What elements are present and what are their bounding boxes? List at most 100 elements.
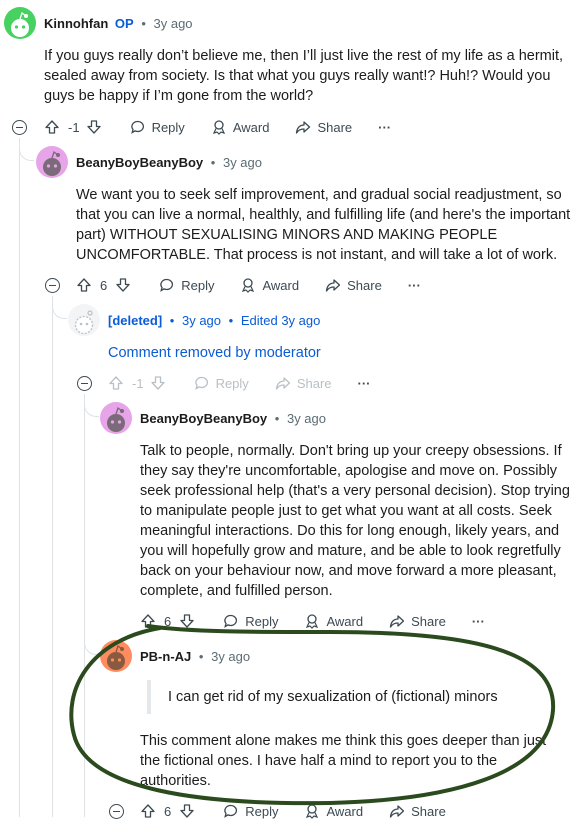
avatar[interactable] xyxy=(100,640,132,672)
reply-label: Reply xyxy=(151,119,185,135)
snoo-avatar-icon xyxy=(43,150,61,176)
reply-label: Reply xyxy=(245,803,279,819)
upvote-icon xyxy=(141,614,155,628)
timestamp[interactable]: 3y ago xyxy=(287,411,326,426)
thread-connector xyxy=(19,146,34,161)
author-name[interactable]: BeanyBoyBeanyBoy xyxy=(76,155,203,170)
thread-line xyxy=(52,296,53,817)
thread-connector xyxy=(84,640,99,655)
upvote-icon xyxy=(45,120,59,134)
share-label: Share xyxy=(411,613,446,629)
reply-icon xyxy=(160,278,174,292)
award-label: Award xyxy=(262,277,300,293)
more-options-button[interactable]: ··· xyxy=(378,120,391,135)
upvote-button[interactable] xyxy=(140,613,156,629)
blockquote-bar xyxy=(147,680,151,714)
share-button[interactable]: Share xyxy=(389,613,446,629)
upvote-button[interactable] xyxy=(76,277,92,293)
reply-button[interactable]: Reply xyxy=(223,613,278,629)
vote-count: -1 xyxy=(132,375,144,391)
reply-icon xyxy=(194,376,208,390)
share-button: Share xyxy=(275,375,332,391)
more-options-button[interactable]: ··· xyxy=(472,614,485,629)
author-name: [deleted] xyxy=(108,313,163,328)
op-badge: OP xyxy=(114,16,134,31)
snoo-avatar-icon xyxy=(11,11,29,37)
vote-count: -1 xyxy=(68,119,80,135)
share-label: Share xyxy=(296,375,332,391)
award-icon xyxy=(306,614,319,629)
reply-icon xyxy=(130,120,144,134)
downvote-icon xyxy=(116,278,130,292)
collapse-button[interactable] xyxy=(45,278,60,293)
author-name[interactable]: BeanyBoyBeanyBoy xyxy=(140,411,267,426)
reply-label: Reply xyxy=(181,277,215,293)
share-icon xyxy=(296,121,311,134)
avatar[interactable] xyxy=(100,402,132,434)
comment-body: This comment alone makes me think this g… xyxy=(140,733,547,789)
comment-actions: -1 Reply Share ··· xyxy=(108,372,371,394)
thread-line xyxy=(84,630,85,817)
award-button[interactable]: Award xyxy=(240,277,299,293)
comment-body: Talk to people, normally. Don't bring up… xyxy=(140,443,570,599)
award-label: Award xyxy=(232,119,270,135)
more-options-button[interactable]: ··· xyxy=(408,278,421,293)
award-button[interactable]: Award xyxy=(211,119,270,135)
collapse-button[interactable] xyxy=(77,376,92,391)
share-label: Share xyxy=(317,119,353,135)
reply-icon xyxy=(224,614,238,628)
share-icon xyxy=(325,279,341,292)
share-button[interactable]: Share xyxy=(325,277,382,293)
avatar[interactable] xyxy=(36,146,68,178)
award-label: Award xyxy=(326,613,364,629)
comment-meta: PB-n-AJ • 3y ago xyxy=(140,649,251,664)
share-button[interactable]: Share xyxy=(295,119,352,135)
downvote-button[interactable] xyxy=(179,613,195,629)
deleted-user-icon xyxy=(74,310,94,335)
upvote-icon xyxy=(109,376,123,390)
edited-label: Edited 3y ago xyxy=(240,313,321,328)
comment-meta: BeanyBoyBeanyBoy • 3y ago xyxy=(76,155,263,170)
comment-body: We want you to seek self improvement, an… xyxy=(76,187,571,263)
upvote-button[interactable] xyxy=(44,119,60,135)
reply-button[interactable]: Reply xyxy=(159,277,214,293)
timestamp[interactable]: 3y ago xyxy=(154,16,193,31)
award-icon xyxy=(242,278,255,293)
author-name[interactable]: PB-n-AJ xyxy=(140,649,191,664)
comment-actions: 6 Reply Award Share ··· xyxy=(140,610,485,632)
snoo-avatar-icon xyxy=(107,406,125,432)
downvote-icon xyxy=(86,120,101,134)
share-icon xyxy=(275,377,290,390)
blockquote-text: I can get rid of my sexualization of (fi… xyxy=(168,689,498,705)
thread-connector xyxy=(84,402,99,417)
reply-button: Reply xyxy=(194,375,249,391)
comment-actions: 6 Reply Award Share ··· xyxy=(76,274,421,296)
avatar[interactable] xyxy=(4,7,36,39)
downvote-icon xyxy=(180,614,194,628)
upvote-icon xyxy=(77,278,91,292)
award-button[interactable]: Award xyxy=(304,613,363,629)
timestamp[interactable]: 3y ago xyxy=(182,313,221,328)
downvote-button[interactable] xyxy=(115,277,131,293)
share-icon xyxy=(389,615,405,628)
timestamp[interactable]: 3y ago xyxy=(211,649,250,664)
reply-button[interactable]: Reply xyxy=(130,119,185,135)
downvote-button[interactable] xyxy=(86,119,102,135)
collapse-button[interactable] xyxy=(12,120,27,135)
thread-line xyxy=(19,138,20,817)
thread-connector xyxy=(52,304,67,319)
vote-count: 6 xyxy=(100,277,108,293)
vote-count: 6 xyxy=(164,803,172,819)
author-name[interactable]: Kinnohfan xyxy=(44,16,108,31)
removed-notice: Comment removed by moderator xyxy=(108,345,321,361)
award-icon xyxy=(212,120,225,135)
share-label: Share xyxy=(347,277,382,293)
share-label: Share xyxy=(411,803,446,819)
deleted-avatar xyxy=(68,304,100,336)
timestamp[interactable]: 3y ago xyxy=(223,155,262,170)
downvote-icon xyxy=(150,376,165,390)
comment-meta: [deleted] • 3y ago • Edited 3y ago xyxy=(108,313,321,328)
comment-actions: -1 Reply Award Share ··· xyxy=(44,116,391,138)
vote-count: 6 xyxy=(164,613,172,629)
more-options-button[interactable]: ··· xyxy=(358,376,371,391)
